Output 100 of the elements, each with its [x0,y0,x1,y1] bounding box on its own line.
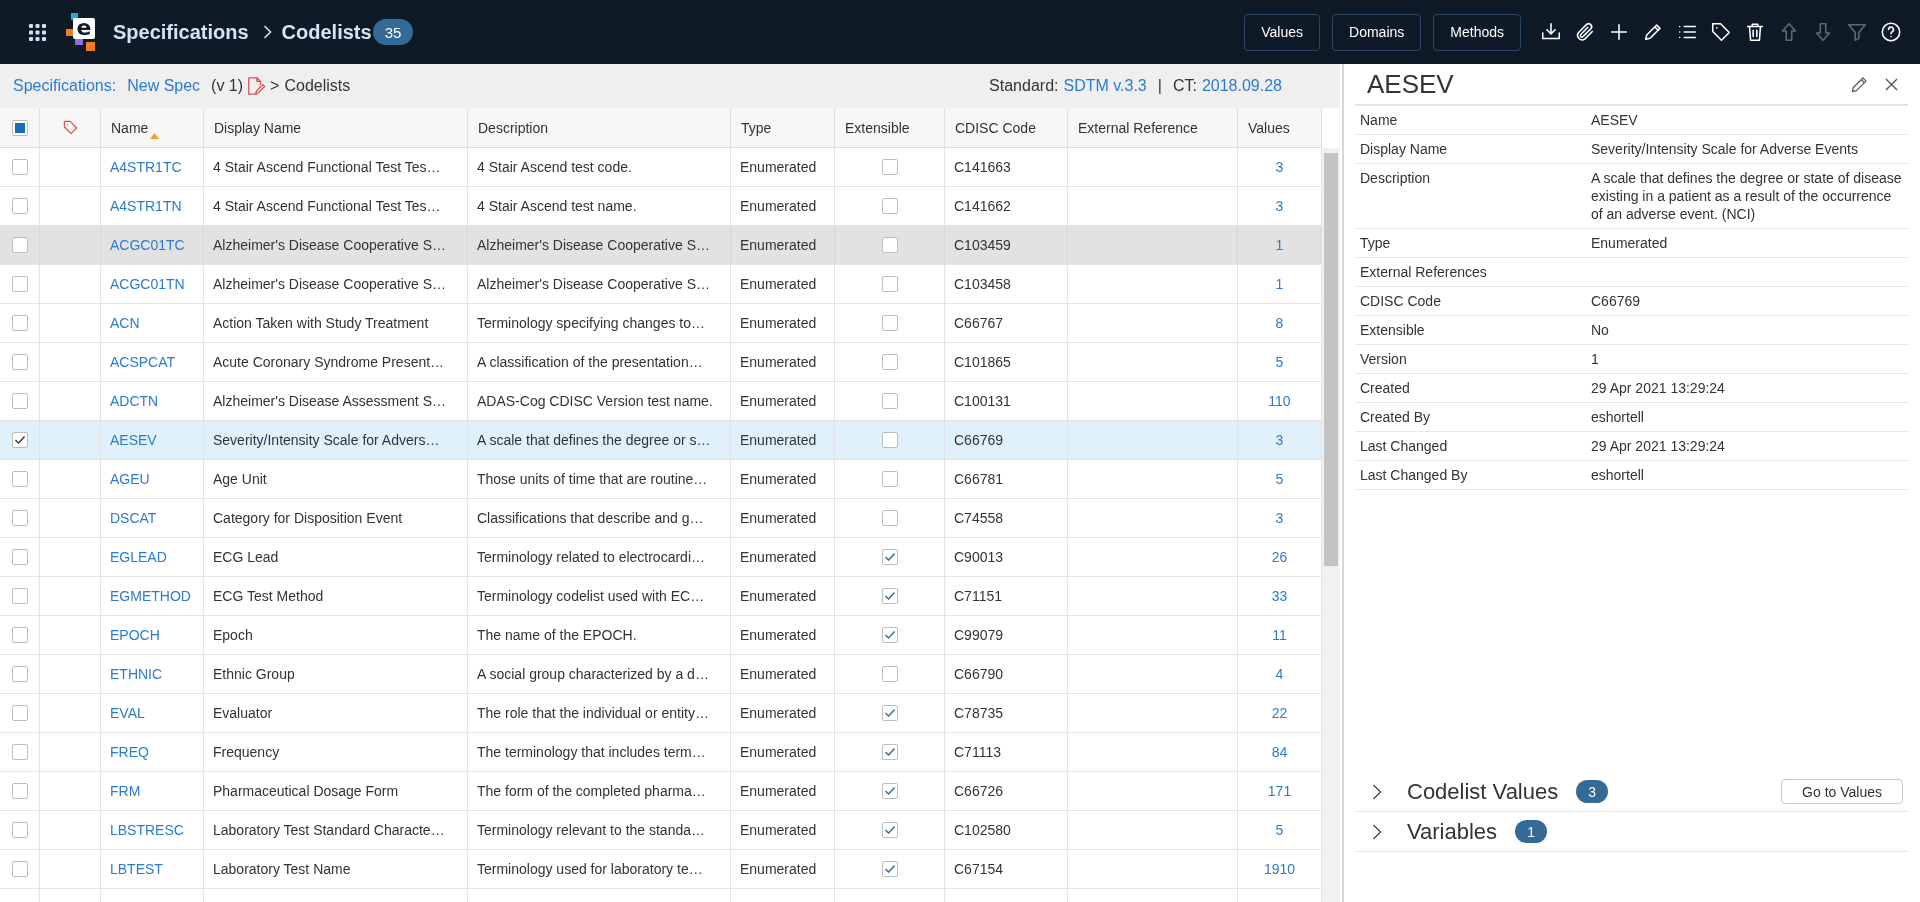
chevron-right-icon[interactable] [1372,823,1382,840]
column-header[interactable]: Type [741,116,772,139]
column-header[interactable]: Name [111,116,160,139]
table-row[interactable]: ACSPCAT Acute Coronary Syndrome Present… A classification of the presentation… Enumerated C101865 5 [0,343,1322,382]
close-icon[interactable] [1885,77,1898,91]
row-checkbox[interactable] [11,627,28,643]
breadcrumb-link[interactable]: Specifications: [13,77,117,95]
column-header[interactable]: CDISC Code [955,116,1036,139]
row-checkbox[interactable] [11,276,28,292]
values-count-link[interactable]: 3 [1275,198,1284,214]
values-count-link[interactable]: 33 [1271,588,1288,604]
row-checkbox[interactable] [11,822,28,838]
table-row[interactable]: EGMETHOD ECG Test Method Terminology codelist used with EC… Enumerated C71151 33 [0,577,1322,616]
paperclip-icon[interactable] [1574,21,1596,43]
codelist-link[interactable]: FRM [110,783,141,799]
values-count-link[interactable]: 1910 [1263,861,1296,877]
row-checkbox[interactable] [11,861,28,877]
row-checkbox[interactable] [11,237,28,253]
table-row[interactable]: ETHNIC Ethnic Group A social group characterized by a d… Enumerated C66790 4 [0,655,1322,694]
row-checkbox[interactable] [11,744,28,760]
codelist-link[interactable]: LBSTRESC [110,822,184,838]
values-count-link[interactable]: 1 [1275,237,1284,253]
table-row[interactable]: ADCTN Alzheimer's Disease Assessment S… ADAS-Cog CDISC Version test name. Enumerated C100131 110 [0,382,1322,421]
table-row[interactable]: ACGC01TC Alzheimer's Disease Cooperative S… Alzheimer's Disease Cooperative S… Enumerated C103459 1 [0,226,1322,265]
pencil-icon[interactable] [1642,21,1664,43]
row-checkbox[interactable] [11,159,28,175]
codelist-link[interactable]: ADCTN [110,393,159,409]
row-checkbox[interactable] [11,510,28,526]
row-checkbox[interactable] [11,198,28,214]
table-row[interactable]: A4STR1TN 4 Stair Ascend Functional Test Tes… 4 Stair Ascend test name. Enumerated C141662 3 [0,187,1322,226]
codelist-link[interactable]: FREQ [110,744,149,760]
scrollbar-track[interactable] [1322,148,1340,902]
values-count-link[interactable]: 5 [1275,471,1284,487]
help-icon[interactable] [1880,21,1902,43]
table-row[interactable]: EVAL Evaluator The role that the individual or entity… Enumerated C78735 22 [0,694,1322,733]
row-checkbox[interactable] [11,393,28,409]
values-count-link[interactable]: 5 [1275,354,1284,370]
document-edit-icon[interactable] [246,76,267,96]
row-checkbox[interactable] [11,354,28,370]
apps-grid-icon[interactable] [29,23,46,41]
codelist-link[interactable]: ACGC01TN [110,276,185,292]
codelist-link[interactable]: AGEU [110,471,150,487]
column-header[interactable]: Extensible [845,116,910,139]
row-checkbox[interactable] [11,432,28,448]
table-row[interactable]: EPOCH Epoch The name of the EPOCH. Enumerated C99079 11 [0,616,1322,655]
values-count-link[interactable]: 3 [1275,159,1284,175]
values-count-link[interactable]: 26 [1271,549,1288,565]
values-count-link[interactable]: 1 [1275,276,1284,292]
row-checkbox[interactable] [11,549,28,565]
values-count-link[interactable]: 4 [1275,666,1284,682]
row-checkbox[interactable] [11,666,28,682]
nav-button[interactable]: Methods [1433,13,1521,51]
pencil-icon[interactable] [1850,74,1869,94]
title-link[interactable]: Specifications [113,20,249,44]
section-title[interactable]: Variables [1407,818,1498,845]
values-count-link[interactable]: 171 [1267,783,1292,799]
values-count-link[interactable]: 5 [1275,822,1284,838]
row-checkbox[interactable] [11,783,28,799]
select-all-checkbox[interactable] [11,119,28,136]
table-row[interactable]: LBTEST Laboratory Test Name Terminology used for laboratory te… Enumerated C67154 1910 [0,850,1322,889]
codelist-link[interactable]: AESEV [110,432,157,448]
section-title[interactable]: Codelist Values [1407,778,1559,805]
breadcrumb-link[interactable]: New Spec [127,77,201,95]
trash-icon[interactable] [1744,21,1766,43]
values-count-link[interactable]: 22 [1271,705,1288,721]
row-checkbox[interactable] [11,705,28,721]
standard-link[interactable]: SDTM v.3.3 [1063,77,1147,95]
table-row[interactable]: AESEV Severity/Intensity Scale for Advers… A scale that defines the degree or s… Enumerated C66769 3 [0,421,1322,460]
values-count-link[interactable]: 8 [1275,315,1284,331]
codelist-link[interactable]: EGMETHOD [110,588,191,604]
go-to-values-button[interactable]: Go to Values [1781,779,1903,804]
codelist-link[interactable]: LBTEST [110,861,163,877]
table-row[interactable]: AGEU Age Unit Those units of time that are routine… Enumerated C66781 5 [0,460,1322,499]
codelist-link[interactable]: A4STR1TN [110,198,182,214]
codelist-link[interactable]: EPOCH [110,627,160,643]
codelist-link[interactable]: EVAL [110,705,145,721]
codelist-link[interactable]: ACSPCAT [110,354,176,370]
plus-icon[interactable] [1608,21,1630,43]
codelist-link[interactable]: EGLEAD [110,549,167,565]
values-count-link[interactable]: 3 [1275,510,1284,526]
table-row[interactable]: LBSTRESC Laboratory Test Standard Characte… Terminology relevant to the standa… Enumerated C102580 5 [0,811,1322,850]
table-row[interactable]: A4STR1TC 4 Stair Ascend Functional Test Tes… 4 Stair Ascend test code. Enumerated C141663 3 [0,148,1322,187]
nav-button[interactable]: Domains [1332,13,1422,51]
scrollbar-thumb[interactable] [1324,153,1338,566]
row-checkbox[interactable] [11,588,28,604]
row-checkbox[interactable] [11,315,28,331]
column-header[interactable]: Description [478,116,549,139]
values-count-link[interactable]: 84 [1271,744,1288,760]
table-row[interactable]: FREQ Frequency The terminology that includes term… Enumerated C71113 84 [0,733,1322,772]
codelist-link[interactable]: A4STR1TC [110,159,182,175]
table-row[interactable]: ACGC01TN Alzheimer's Disease Cooperative S… Alzheimer's Disease Cooperative S… Enumerated C103458 1 [0,265,1322,304]
table-row[interactable]: ACN Action Taken with Study Treatment Terminology specifying changes to… Enumerated C66767 8 [0,304,1322,343]
codelist-link[interactable]: ACGC01TC [110,237,185,253]
values-count-link[interactable]: 3 [1275,432,1284,448]
table-row[interactable]: FRM Pharmaceutical Dosage Form The form of the completed pharma… Enumerated C66726 171 [0,772,1322,811]
codelist-link[interactable]: ACN [110,315,140,331]
ct-link[interactable]: 2018.09.28 [1201,77,1282,95]
chevron-right-icon[interactable] [1372,783,1382,800]
codelist-link[interactable]: DSCAT [110,510,157,526]
nav-button[interactable]: Values [1244,13,1321,51]
